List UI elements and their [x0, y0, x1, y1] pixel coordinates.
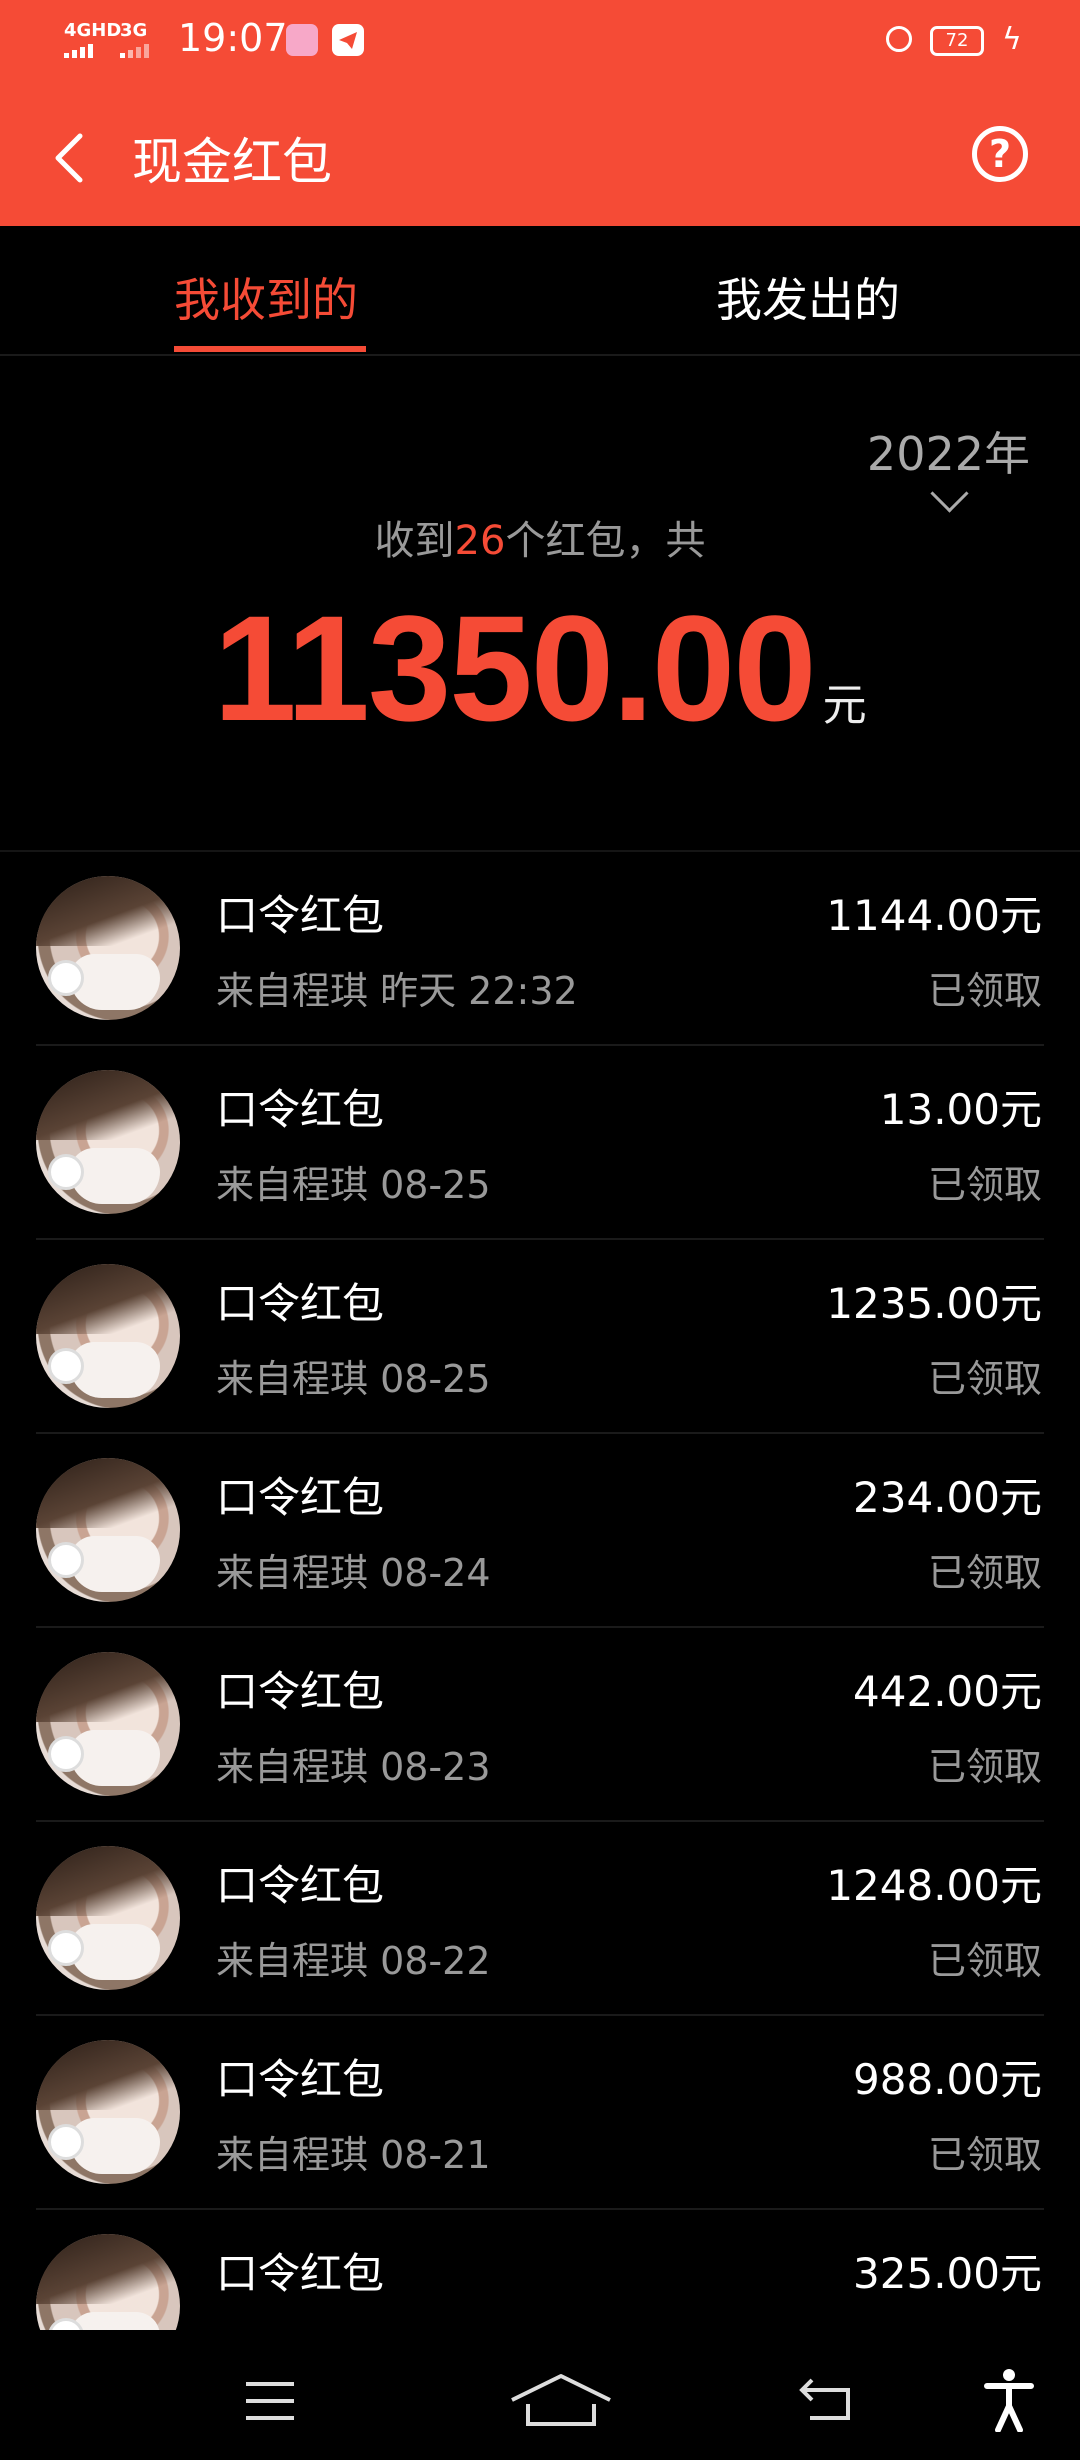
back-icon[interactable] [798, 2376, 854, 2424]
total-amount-line: 11350.00 元 [0, 582, 1080, 755]
status-bar: 4GHD 3G 19:07 72 ϟ [0, 0, 1080, 82]
packet-amount: 13.00元 [879, 1085, 1042, 1134]
count-prefix: 收到 [374, 518, 455, 564]
network-label-2: 3G [120, 20, 148, 41]
packet-sender-time: 来自程琪 08-23 [216, 1745, 491, 1789]
avatar [36, 1846, 180, 1990]
packet-title: 口令红包 [216, 2249, 385, 2298]
packet-title: 口令红包 [216, 1473, 385, 1522]
packet-sender-time: 来自程琪 昨天 22:32 [216, 969, 578, 1013]
tab-bar: 我收到的 我发出的 [0, 226, 1080, 356]
packet-amount: 1144.00元 [826, 891, 1042, 940]
packet-status: 已领取 [927, 969, 1042, 1013]
packet-amount: 1248.00元 [826, 1861, 1042, 1910]
avatar [36, 1264, 180, 1408]
menu-icon[interactable] [246, 2382, 294, 2420]
packet-title: 口令红包 [216, 1667, 385, 1716]
avatar [36, 1652, 180, 1796]
avatar [36, 1070, 180, 1214]
home-icon[interactable] [506, 2370, 616, 2430]
packet-status: 已领取 [927, 1357, 1042, 1401]
tab-sent[interactable]: 我发出的 [716, 264, 900, 330]
tab-received[interactable]: 我收到的 [174, 264, 358, 330]
page-title: 现金红包 [132, 133, 332, 191]
list-item[interactable]: 口令红包来自程琪 08-25 1235.00元已领取 [0, 1240, 1080, 1434]
list-item[interactable]: 口令红包来自程琪 08-23 442.00元已领取 [0, 1628, 1080, 1822]
packet-sender-time: 来自程琪 08-25 [216, 1163, 491, 1207]
charging-icon: ϟ [1002, 22, 1022, 57]
avatar [36, 876, 180, 1020]
packet-title: 口令红包 [216, 2055, 385, 2104]
packet-amount: 988.00元 [853, 2055, 1042, 2104]
packet-title: 口令红包 [216, 1085, 385, 1134]
telegram-notification-icon [332, 24, 364, 56]
packet-status: 已领取 [927, 2133, 1042, 2177]
chevron-left-icon[interactable] [50, 128, 90, 188]
network-label-1: 4GHD [64, 20, 122, 41]
page-header: 现金红包 ? [0, 90, 1080, 226]
app-notification-icon [286, 24, 318, 56]
packet-amount: 1235.00元 [826, 1279, 1042, 1328]
red-packet-list: 口令红包 来自程琪 昨天 22:32 1144.00元 已领取 口令红包 来自程琪 08-… [0, 850, 1080, 2332]
signal-icon-2 [120, 44, 149, 58]
list-item[interactable]: 口令红包来自程琪 08-22 1248.00元已领取 [0, 1822, 1080, 2016]
count-suffix: 个红包，共 [505, 518, 706, 564]
packet-title: 口令红包 [216, 891, 385, 940]
packet-status: 已领取 [927, 1551, 1042, 1595]
list-item[interactable]: 口令红包来自程琪 昨天 22:32 1144.00元已领取 [0, 852, 1080, 1046]
packet-title: 口令红包 [216, 1279, 385, 1328]
packet-amount: 325.00元 [853, 2249, 1042, 2298]
packet-status: 已领取 [927, 1745, 1042, 1789]
packet-sender-time: 来自程琪 08-22 [216, 1939, 491, 1983]
system-nav-bar [0, 2330, 1080, 2460]
packet-amount: 234.00元 [853, 1473, 1042, 1522]
summary-panel: 2022年 收到26个红包，共 11350.00 元 [0, 356, 1080, 850]
accessibility-icon[interactable] [984, 2368, 1034, 2432]
avatar [36, 2040, 180, 2184]
received-count-line: 收到26个红包，共 [0, 508, 1080, 566]
total-amount: 11350.00 [213, 584, 816, 752]
top-bar: 4GHD 3G 19:07 72 ϟ 现金红包 ? [0, 0, 1080, 226]
received-count: 26 [454, 518, 506, 564]
list-item[interactable]: 口令红包来自程琪 08-25 13.00元已领取 [0, 1046, 1080, 1240]
total-unit: 元 [822, 680, 867, 731]
packet-sender-time: 来自程琪 08-25 [216, 1357, 491, 1401]
question-circle-icon[interactable]: ? [972, 126, 1028, 182]
list-item[interactable]: 口令红包 325.00元 [0, 2210, 1080, 2332]
packet-sender-time: 来自程琪 08-21 [216, 2133, 491, 2177]
active-tab-indicator [174, 346, 366, 352]
signal-icon [64, 44, 93, 58]
packet-amount: 442.00元 [853, 1667, 1042, 1716]
packet-status: 已领取 [927, 1163, 1042, 1207]
avatar [36, 1458, 180, 1602]
avatar [36, 2234, 180, 2332]
packet-title: 口令红包 [216, 1861, 385, 1910]
list-item[interactable]: 口令红包来自程琪 08-21 988.00元已领取 [0, 2016, 1080, 2210]
packet-sender-time: 来自程琪 08-24 [216, 1551, 491, 1595]
alarm-icon [886, 26, 912, 52]
status-time: 19:07 [178, 16, 288, 60]
packet-status: 已领取 [927, 1939, 1042, 1983]
list-item[interactable]: 口令红包来自程琪 08-24 234.00元已领取 [0, 1434, 1080, 1628]
battery-icon: 72 [930, 26, 984, 56]
